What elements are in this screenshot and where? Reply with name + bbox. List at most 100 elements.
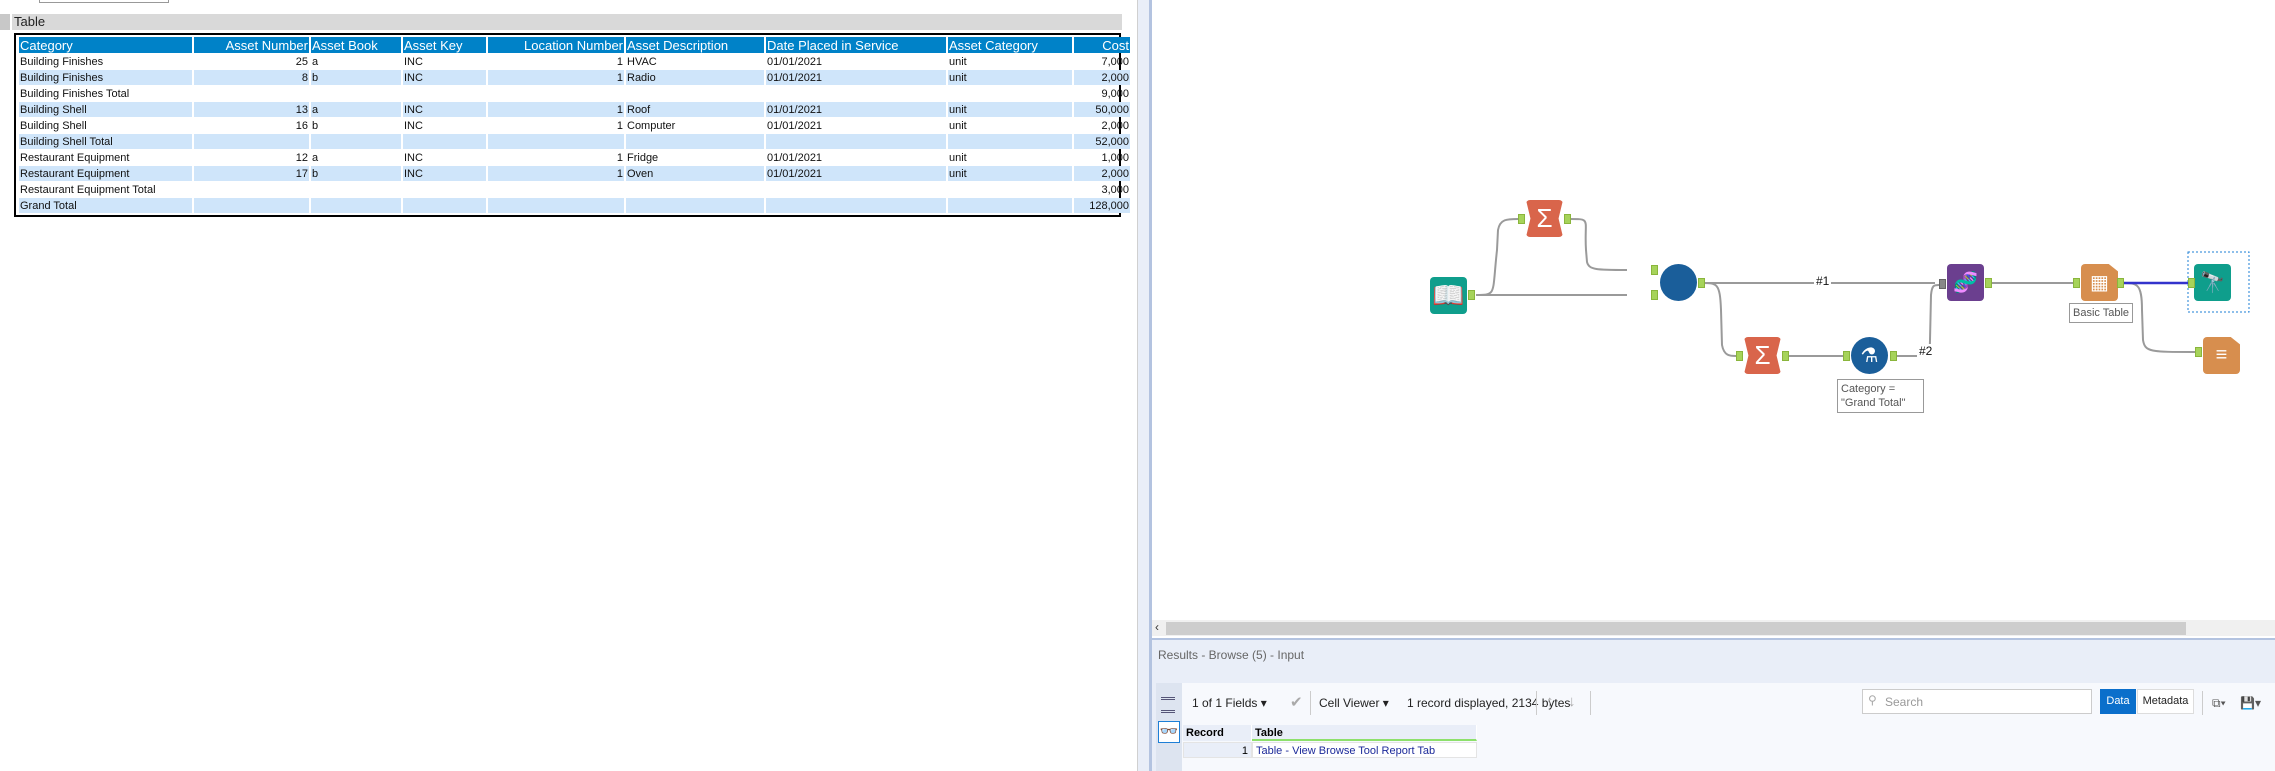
- pane-splitter[interactable]: [1137, 0, 1152, 771]
- table-cell: Radio: [626, 70, 764, 85]
- checkmark-icon[interactable]: ✔: [1290, 693, 1303, 711]
- table-cell: INC: [404, 55, 423, 68]
- scroll-left-icon[interactable]: ‹: [1155, 620, 1159, 634]
- join-tool[interactable]: [1660, 264, 1697, 301]
- list-view-icon[interactable]: [1161, 697, 1175, 713]
- output-anchor[interactable]: [1985, 278, 1992, 288]
- input-data-tool[interactable]: 📖: [1430, 277, 1467, 314]
- input-anchor[interactable]: [2073, 278, 2080, 288]
- arrow-up-icon[interactable]: ↑: [1546, 693, 1554, 710]
- table-cell: Building Finishes Total: [20, 87, 130, 100]
- table-cell: [488, 134, 624, 149]
- data-tab[interactable]: Data: [2100, 689, 2136, 714]
- table-cell: [948, 182, 1072, 197]
- top-input-box[interactable]: [39, 0, 169, 3]
- table-row: Restaurant Equipment 12 a INC 1 Fridge 01/01/2…: [19, 150, 1130, 165]
- table-cell: [948, 198, 1072, 213]
- column-header: Asset Book: [311, 37, 401, 53]
- binoculars-icon: 🔭: [2200, 272, 2225, 294]
- multi-input-anchor[interactable]: [1939, 279, 1946, 289]
- output-anchor[interactable]: [1698, 278, 1705, 288]
- table-cell: 01/01/2021: [766, 102, 946, 117]
- table-cell: Fridge: [627, 151, 659, 164]
- output-anchor[interactable]: [1890, 351, 1897, 361]
- table-cell: 01/01/2021: [766, 166, 946, 181]
- report-section-title: Table: [0, 14, 1122, 30]
- fields-dropdown[interactable]: 1 of 1 Fields ▾: [1192, 696, 1267, 710]
- summarize-tool-2[interactable]: Σ: [1744, 337, 1781, 374]
- table-cell: b: [311, 166, 401, 181]
- canvas-horizontal-scrollbar[interactable]: ‹: [1152, 620, 2275, 636]
- summarize-tool-1[interactable]: Σ: [1526, 200, 1563, 237]
- grid-table-cell[interactable]: Table - View Browse Tool Report Tab: [1252, 742, 1477, 758]
- metadata-tab[interactable]: Metadata: [2137, 689, 2194, 714]
- formula-annotation: Category = "Grand Total": [1837, 379, 1924, 413]
- formula-tool[interactable]: ⚗: [1851, 337, 1888, 374]
- table-cell: 1: [616, 55, 623, 68]
- input-anchor-left[interactable]: [1651, 265, 1658, 275]
- table-cell: Restaurant Equipment: [19, 166, 192, 181]
- table-cell: 1: [616, 119, 623, 132]
- report-text-tool[interactable]: ≡: [2203, 337, 2240, 374]
- table-cell: Computer: [627, 119, 676, 132]
- flask-icon: ⚗: [1860, 345, 1879, 367]
- results-panel: Results - Browse (5) - Input 👓 1 of 1 Fi…: [1152, 638, 2275, 771]
- table-row: Building Finishes Total 9,000: [19, 86, 1130, 101]
- input-anchor[interactable]: [1843, 351, 1850, 361]
- table-cell: 2,000: [1074, 70, 1130, 85]
- table-cell: [948, 134, 1072, 149]
- output-anchor[interactable]: [1564, 214, 1571, 224]
- union-tool[interactable]: 🧬: [1947, 264, 1984, 301]
- table-cell: [488, 198, 624, 213]
- table-cell: [194, 134, 309, 149]
- table-cell: 17: [194, 166, 309, 181]
- table-cell: [403, 198, 486, 213]
- table-cell: 9,000: [1101, 87, 1129, 100]
- table-cell: 1: [488, 70, 624, 85]
- arrow-down-icon[interactable]: ↓: [1568, 693, 1576, 710]
- scrollbar-thumb[interactable]: [1166, 622, 2186, 635]
- table-cell: unit: [948, 166, 1072, 181]
- table-cell: [488, 182, 624, 197]
- table-cell: 2,000: [1074, 166, 1130, 181]
- table-cell: Restaurant Equipment: [20, 151, 130, 164]
- output-anchor[interactable]: [1782, 351, 1789, 361]
- column-header: Category: [19, 37, 192, 53]
- grid-header-table[interactable]: Table: [1252, 725, 1477, 741]
- copy-icon[interactable]: ⧉▾: [2212, 696, 2226, 711]
- table-cell: [766, 86, 946, 101]
- table-row: Grand Total 128,000: [19, 198, 1130, 213]
- wire-summarize-join: [1569, 218, 1628, 271]
- output-anchor[interactable]: [1468, 290, 1475, 300]
- table-tool[interactable]: ▦: [2081, 264, 2118, 301]
- table-cell: 01/01/2021: [767, 119, 823, 132]
- grid-record-number: 1: [1183, 742, 1252, 758]
- output-anchor[interactable]: [2117, 278, 2124, 288]
- save-icon[interactable]: 💾▾: [2240, 696, 2261, 710]
- table-cell: Building Finishes: [20, 55, 104, 68]
- table-cell: [311, 198, 401, 213]
- browse-tool[interactable]: 🔭: [2194, 264, 2231, 301]
- table-cell: INC: [403, 70, 486, 85]
- search-input[interactable]: ⚲ Search: [1862, 689, 2092, 714]
- binoculars-icon[interactable]: 👓: [1158, 721, 1180, 743]
- table-cell: 52,000: [1074, 134, 1130, 149]
- workflow-canvas[interactable]: 📖 Σ #1 Σ ⚗ #2 Category = "Grand Total" 🧬…: [1152, 0, 2275, 620]
- cell-viewer-dropdown[interactable]: Cell Viewer ▾: [1319, 696, 1389, 710]
- table-cell: INC: [403, 166, 486, 181]
- results-side-toolbar: 👓: [1156, 683, 1182, 771]
- table-cell: 1: [488, 102, 624, 117]
- input-anchor-right[interactable]: [1651, 290, 1658, 300]
- grid-header-record[interactable]: Record: [1183, 725, 1252, 741]
- table-cell: [626, 86, 764, 101]
- column-header: Asset Key: [403, 37, 486, 53]
- column-header: Cost: [1074, 37, 1130, 53]
- table-cell: 128,000: [1074, 198, 1130, 213]
- table-row: Building Shell 16 b INC 1 Computer 01/01/2021 u…: [19, 118, 1130, 133]
- input-anchor[interactable]: [1518, 214, 1525, 224]
- input-anchor[interactable]: [1736, 351, 1743, 361]
- table-cell: Restaurant Equipment Total: [20, 183, 156, 196]
- input-anchor[interactable]: [2195, 347, 2202, 357]
- input-anchor[interactable]: [2188, 278, 2195, 288]
- table-cell: 12: [295, 151, 308, 164]
